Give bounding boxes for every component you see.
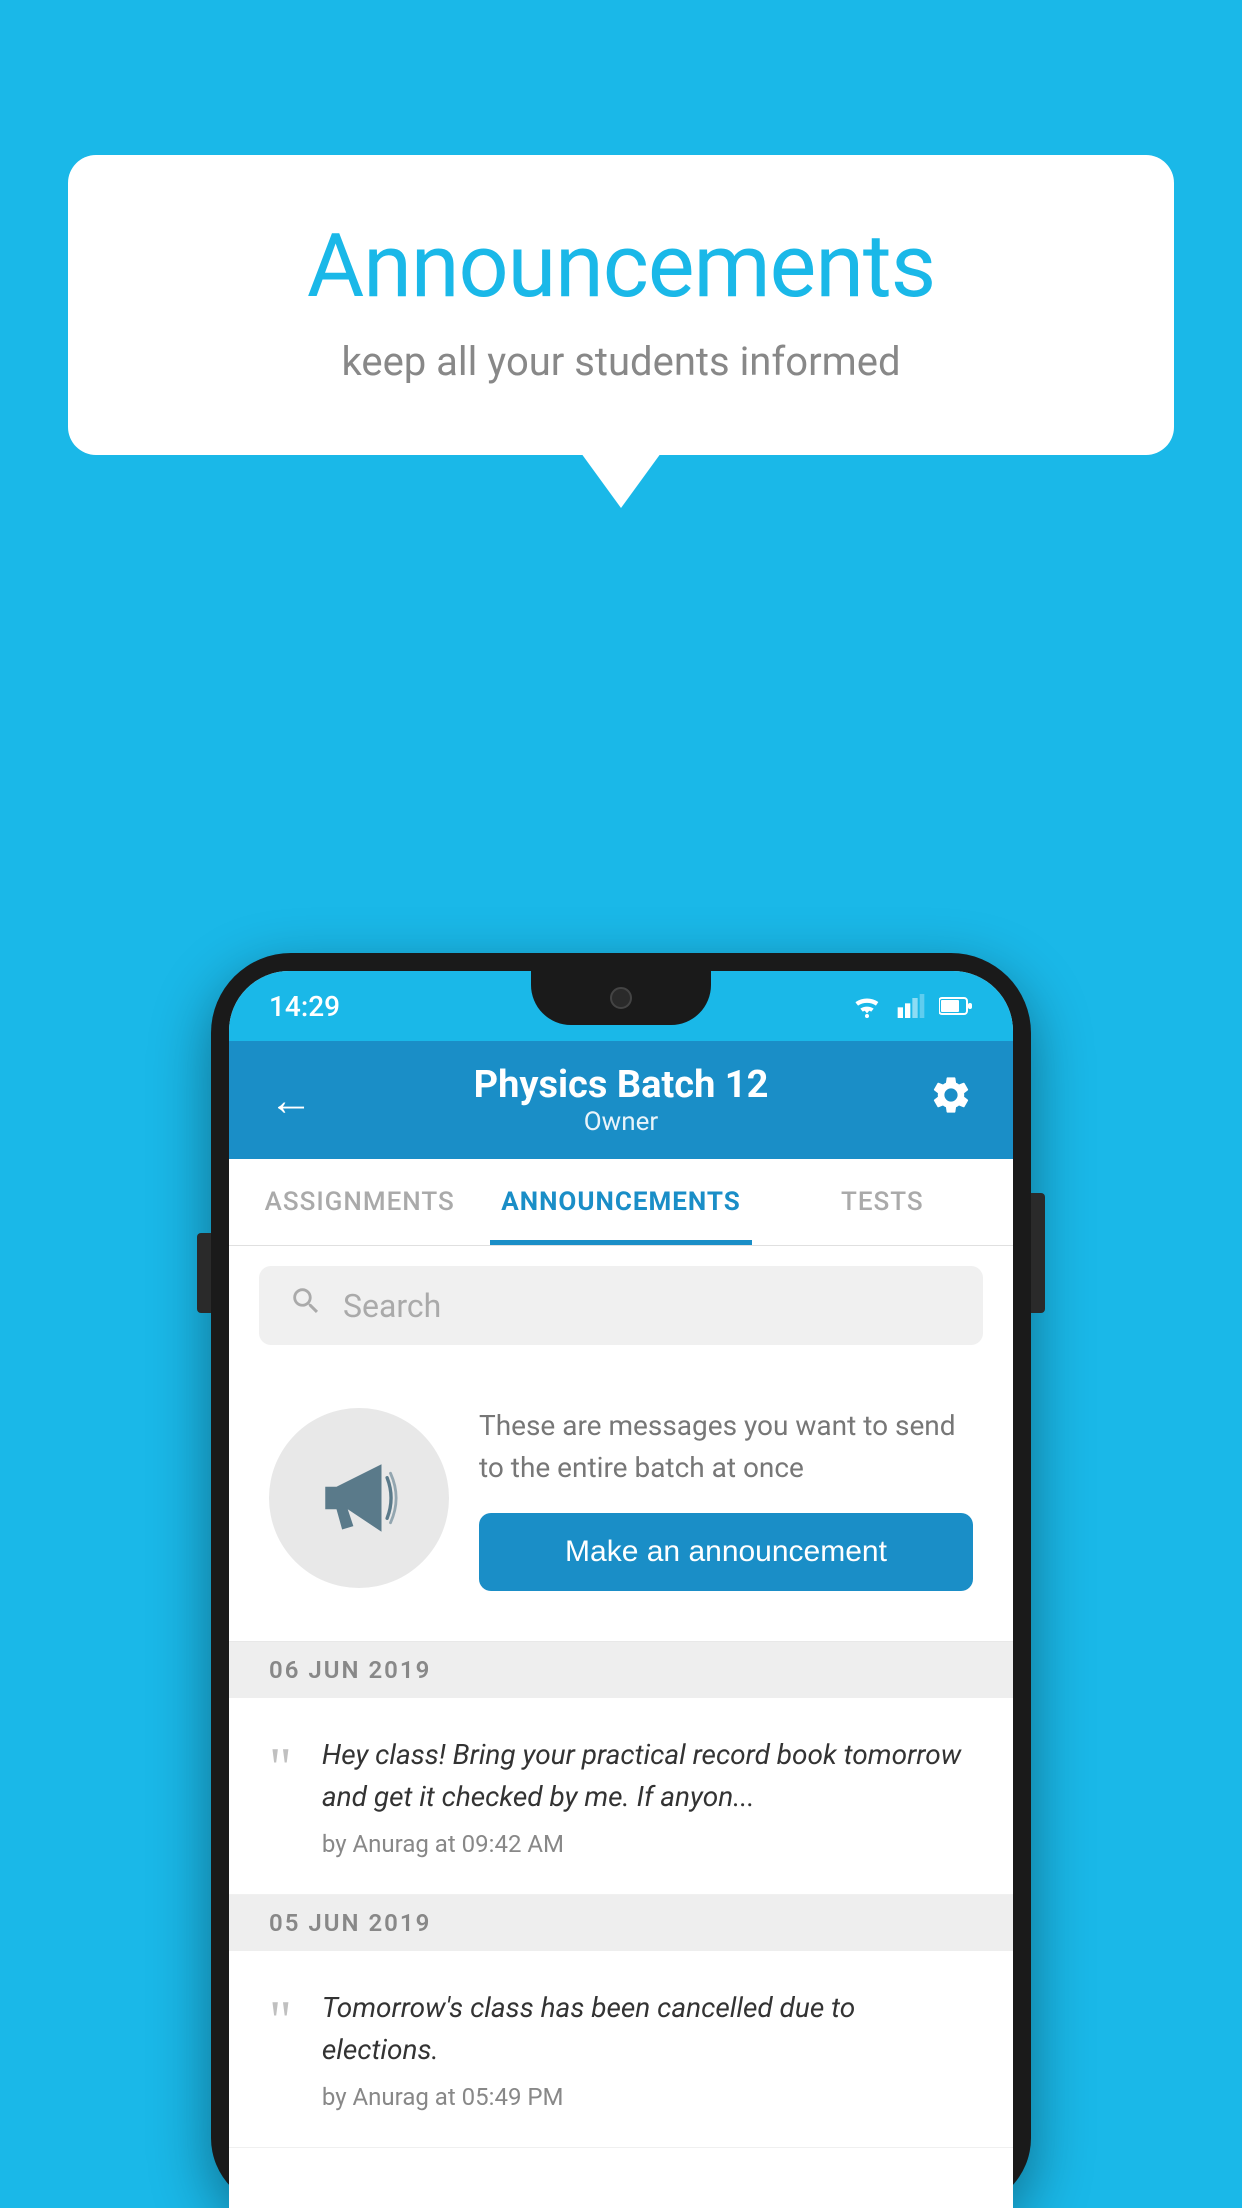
tabs-bar: ASSIGNMENTS ANNOUNCEMENTS TESTS <box>229 1159 1013 1246</box>
status-icons <box>851 994 973 1018</box>
announcement-item-2[interactable]: " Tomorrow's class has been cancelled du… <box>229 1951 1013 2148</box>
tab-assignments[interactable]: ASSIGNMENTS <box>229 1159 490 1245</box>
app-bar-center: Physics Batch 12 Owner <box>313 1063 929 1137</box>
announcement-message-1: Hey class! Bring your practical record b… <box>322 1734 973 1818</box>
status-time: 14:29 <box>269 990 340 1023</box>
announcement-author-2: by Anurag at 05:49 PM <box>322 2083 973 2111</box>
status-bar: 14:29 <box>229 971 1013 1041</box>
phone-mockup: 14:29 <box>211 953 1031 2208</box>
announcement-item-1[interactable]: " Hey class! Bring your practical record… <box>229 1698 1013 1895</box>
settings-button[interactable] <box>929 1073 973 1128</box>
bubble-arrow <box>581 453 661 508</box>
announcement-text-1: Hey class! Bring your practical record b… <box>322 1734 973 1858</box>
speech-bubble-card: Announcements keep all your students inf… <box>68 155 1174 455</box>
tab-tests[interactable]: TESTS <box>752 1159 1013 1245</box>
bottom-space <box>229 2148 1013 2208</box>
search-container: Search <box>229 1246 1013 1365</box>
search-placeholder: Search <box>343 1287 441 1325</box>
date-separator-1: 06 JUN 2019 <box>229 1642 1013 1698</box>
quote-icon-1: " <box>269 1740 292 1796</box>
megaphone-icon <box>314 1453 404 1543</box>
bubble-title: Announcements <box>148 215 1094 318</box>
camera <box>610 987 632 1009</box>
app-bar-subtitle: Owner <box>313 1107 929 1137</box>
promo-description: These are messages you want to send to t… <box>479 1405 973 1489</box>
phone-outer-frame: 14:29 <box>211 953 1031 2208</box>
search-icon <box>289 1284 323 1327</box>
tab-announcements[interactable]: ANNOUNCEMENTS <box>490 1159 751 1245</box>
quote-icon-2: " <box>269 1993 292 2049</box>
make-announcement-button[interactable]: Make an announcement <box>479 1513 973 1591</box>
promo-icon-circle <box>269 1408 449 1588</box>
phone-screen: 14:29 <box>229 971 1013 2208</box>
announcement-promo: These are messages you want to send to t… <box>229 1365 1013 1642</box>
notch-cutout <box>531 971 711 1025</box>
back-button[interactable]: ← <box>269 1074 313 1126</box>
wifi-icon <box>851 994 883 1018</box>
bubble-subtitle: keep all your students informed <box>148 338 1094 385</box>
announcement-message-2: Tomorrow's class has been cancelled due … <box>322 1987 973 2071</box>
announcement-text-2: Tomorrow's class has been cancelled due … <box>322 1987 973 2111</box>
speech-bubble-section: Announcements keep all your students inf… <box>68 155 1174 508</box>
app-bar: ← Physics Batch 12 Owner <box>229 1041 1013 1159</box>
promo-right: These are messages you want to send to t… <box>479 1405 973 1591</box>
search-bar[interactable]: Search <box>259 1266 983 1345</box>
announcement-author-1: by Anurag at 09:42 AM <box>322 1830 973 1858</box>
signal-icon <box>897 994 925 1018</box>
battery-icon <box>939 996 973 1016</box>
app-bar-title: Physics Batch 12 <box>313 1063 929 1107</box>
date-separator-2: 05 JUN 2019 <box>229 1895 1013 1951</box>
